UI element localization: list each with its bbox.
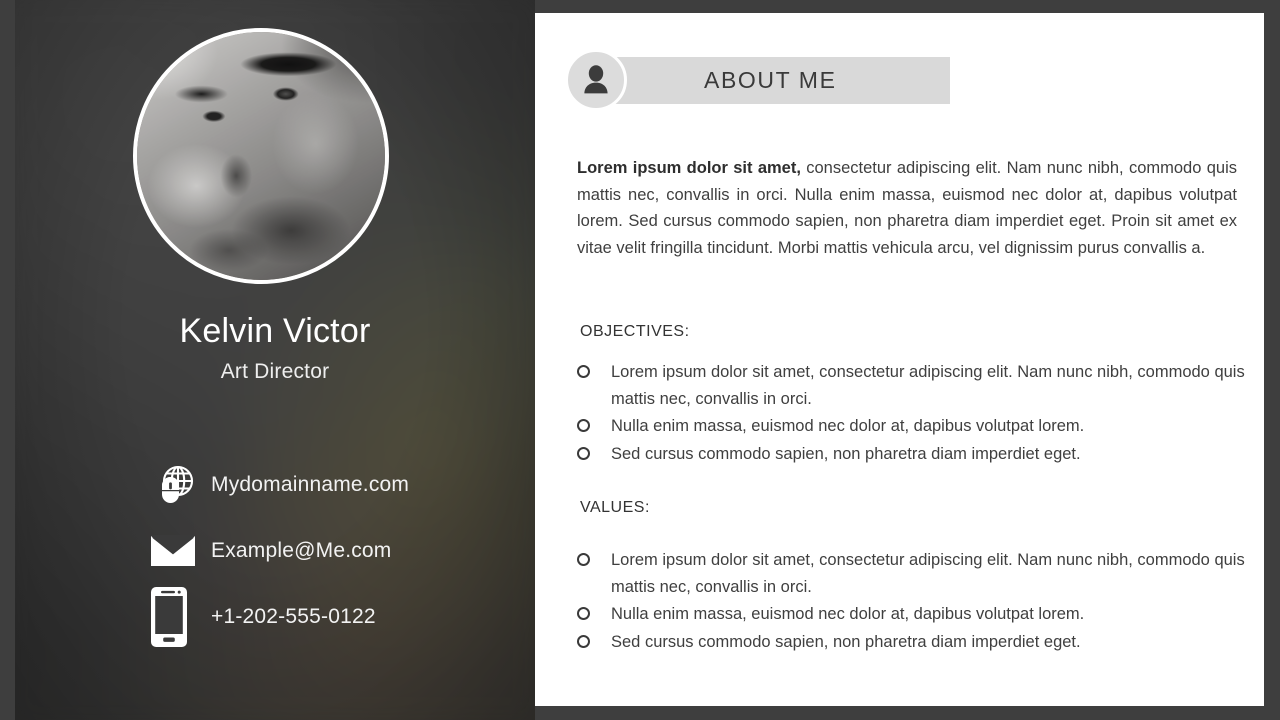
globe-mouse-icon <box>150 463 202 507</box>
avatar <box>133 28 389 284</box>
values-heading: VALUES: <box>580 499 650 516</box>
list-item: Lorem ipsum dolor sit amet, consectetur … <box>577 359 1247 412</box>
circle-bullet-icon <box>577 365 590 378</box>
circle-bullet-icon <box>577 419 590 433</box>
portrait-frame <box>133 28 389 284</box>
list-item-text: Lorem ipsum dolor sit amet, consectetur … <box>611 363 1245 408</box>
resume-slide: Kelvin Victor Art Director Mydomainname.… <box>0 0 1280 720</box>
list-item-text: Sed cursus commodo sapien, non pharetra … <box>611 633 1081 652</box>
person-role: Art Director <box>220 360 330 383</box>
objectives-heading: OBJECTIVES: <box>580 323 690 340</box>
circle-bullet-icon <box>577 553 590 566</box>
about-paragraph-lead: Lorem ipsum dolor sit amet, <box>577 159 801 177</box>
portrait-photo <box>137 32 385 280</box>
list-item: Nulla enim massa, euismod nec dolor at, … <box>577 601 1247 628</box>
list-item-text: Nulla enim massa, euismod nec dolor at, … <box>611 417 1085 436</box>
circle-bullet-icon <box>577 635 590 649</box>
list-item: Lorem ipsum dolor sit amet, consectetur … <box>577 547 1247 600</box>
contact-item-phone[interactable]: +1-202-555-0122 <box>150 584 530 650</box>
list-item-text: Lorem ipsum dolor sit amet, consectetur … <box>611 551 1245 596</box>
contact-label-phone: +1-202-555-0122 <box>211 605 376 628</box>
circle-bullet-icon <box>577 447 590 461</box>
person-name: Kelvin Victor <box>179 312 371 350</box>
contact-list: Mydomainname.com Example@Me.com +1-202-5… <box>150 452 530 650</box>
contact-label-website: Mydomainname.com <box>211 473 410 496</box>
contact-item-email[interactable]: Example@Me.com <box>150 518 530 584</box>
page-title: ABOUT ME <box>704 67 837 93</box>
list-item-text: Sed cursus commodo sapien, non pharetra … <box>611 445 1081 464</box>
content-panel: ABOUT ME Lorem ipsum dolor sit amet, con… <box>535 13 1264 706</box>
contact-item-website[interactable]: Mydomainname.com <box>150 452 530 518</box>
person-icon <box>565 49 627 111</box>
envelope-icon <box>150 534 202 568</box>
about-paragraph: Lorem ipsum dolor sit amet, consectetur … <box>577 155 1237 262</box>
list-item-text: Nulla enim massa, euismod nec dolor at, … <box>611 605 1085 624</box>
section-header: ABOUT ME <box>565 49 950 111</box>
smartphone-icon <box>150 586 202 648</box>
list-item: Sed cursus commodo sapien, non pharetra … <box>577 441 1247 468</box>
section-header-bar: ABOUT ME <box>596 57 950 104</box>
objectives-list: Lorem ipsum dolor sit amet, consectetur … <box>577 359 1247 469</box>
list-item: Sed cursus commodo sapien, non pharetra … <box>577 629 1247 656</box>
list-item: Nulla enim massa, euismod nec dolor at, … <box>577 413 1247 440</box>
values-list: Lorem ipsum dolor sit amet, consectetur … <box>577 547 1247 657</box>
circle-bullet-icon <box>577 607 590 621</box>
contact-label-email: Example@Me.com <box>211 539 392 562</box>
